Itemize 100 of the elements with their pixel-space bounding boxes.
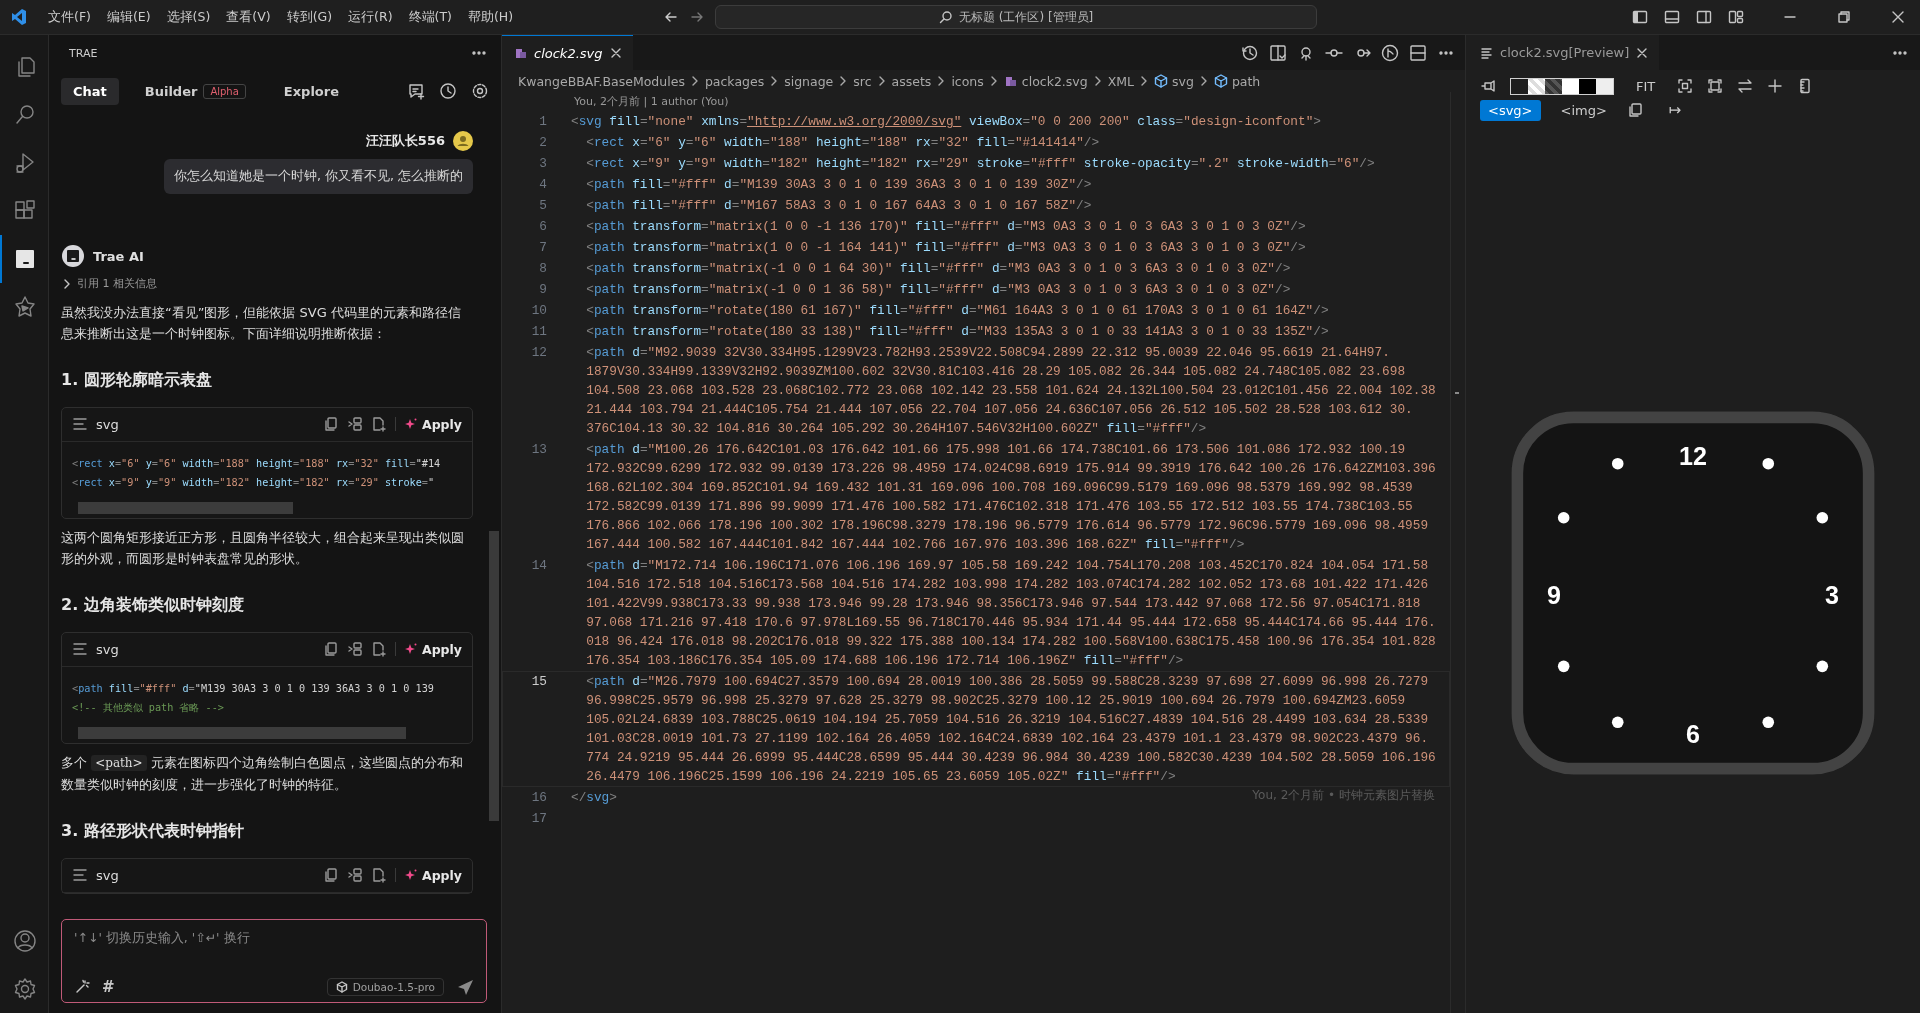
new-file-icon[interactable] <box>371 867 387 883</box>
mode-toggle[interactable]: <img> <box>1552 99 1615 121</box>
line-number: 11 <box>530 323 547 341</box>
apply-button[interactable]: Apply <box>404 865 462 885</box>
search-icon <box>938 10 953 24</box>
secondary-sidebar-icon[interactable] <box>1696 9 1712 25</box>
model-selector[interactable]: Doubao-1.5-pro <box>326 978 444 996</box>
menu-item[interactable]: 终端(T) <box>402 5 458 29</box>
breadcrumb-item[interactable]: KwangeBBAF.BaseModules <box>518 73 685 89</box>
split-editor-icon[interactable] <box>1409 43 1427 62</box>
clock-numeral: 3 <box>1825 580 1839 609</box>
settings-icon[interactable] <box>471 82 489 100</box>
chat-app-icon[interactable] <box>13 247 37 271</box>
fit-button[interactable]: FIT <box>1628 78 1664 94</box>
apply-button[interactable]: Apply <box>404 639 462 659</box>
mode-toggle[interactable]: <svg> <box>1480 99 1541 121</box>
list-icon <box>72 416 88 432</box>
code-line: <path d="M100.26 176.642C101.03 176.642 101.66 175.998 101.66 174.738C101.66 173.506 101.086 172.932 100.19 172.932C99.6299 172.932 99.0139 173.226 98.4959 174.024C98.6919 175.914 99.3919 176.642 100.26 176.642ZM103.396 168.62L102.304 169.852C101.94 169.432 101.31 169.096 100.708 169.096C99.5179 169.096 98.5379 169.992 98.4539 172.582C99.0139 171.896 99.9099 171.476 100.582 171.476C102.318 171.476 103.55 172.512 103.55 174.738C103.55 176.866 102.066 178.196 100.302 178.196C98.3279 178.196 96.5779 176.614 96.5779 172.96C96.5779 169.096 98.4959 167.444 100.582 167.444C101.842 167.444 102.766 167.976 103.396 168.62Z" fill="#fff"/> <box>585 441 1437 554</box>
account-icon[interactable] <box>13 929 37 953</box>
new-file-icon[interactable] <box>371 641 387 657</box>
line-number: 1 <box>538 113 547 131</box>
language-label: svg <box>96 416 119 432</box>
code-line: <svg fill="none" xmlns="http://www.w3.org/2000/svg" viewBox="0 0 200 200" class="design-iconfont"> <box>571 113 1321 131</box>
breadcrumb-item[interactable]: clock2.svg <box>1003 73 1088 89</box>
code-line: <path d="M172.714 106.196C171.076 106.196 169.97 105.58 169.242 104.754L170.208 103.452C170.824 104.054 171.58 104.516 172.518 104.516C173.568 104.516 174.282 103.998 174.282 103.074C174.282 102.052 173.68 101.422 171.426 101.422V99.938C173.33 99.938 173.946 99.28 173.946 98.356C173.946 97.544 173.442 97.068 172.56 97.054C171.818 97.068 171.216 97.418 170.6 97.978L169.55 96.718C170.446 95.934 171.44 95.444 172.658 95.444C174.66 95.444 176.018 96.424 176.018 98.202C176.018 99.322 175.388 100.134 174.282 100.568V100.638C175.458 100.96 176.354 101.828 176.354 103.186C176.354 105.09 174.688 106.196 172.714 106.196Z" fill="#fff"/> <box>585 557 1437 670</box>
panel-tab[interactable]: Explore <box>271 77 352 105</box>
panel-toggle-icon[interactable] <box>1664 9 1680 25</box>
code-line: <rect x="9" y="9" width="182" height="182" rx="29" stroke="#fff" stroke-opacity=".2" stroke-width="6"/> <box>585 155 1375 173</box>
cube-icon <box>335 981 348 993</box>
copy-icon[interactable] <box>323 867 339 883</box>
code-line: <rect x="6" y="6" width="188" height="188" rx="32" fill="#14 <box>72 456 442 471</box>
star-shaped-logo-icon[interactable] <box>13 295 37 319</box>
menu-item[interactable]: 编辑(E) <box>100 5 157 29</box>
restore-icon[interactable] <box>1836 9 1852 25</box>
sidebar-toggle-icon[interactable] <box>1632 9 1648 25</box>
new-chat-icon[interactable] <box>407 82 425 100</box>
clock-numeral: 6 <box>1686 719 1700 748</box>
apply-button[interactable]: Apply <box>404 414 462 434</box>
breadcrumb-item[interactable]: svg <box>1154 73 1194 89</box>
background-picker[interactable] <box>1510 77 1614 95</box>
answer-heading: 3. 路径形状代表时钟指针 <box>61 820 245 842</box>
send-icon[interactable] <box>456 978 474 996</box>
insert-icon[interactable] <box>347 641 363 657</box>
menu-item[interactable]: 转到(G) <box>280 5 339 29</box>
branch-icon[interactable] <box>1381 43 1399 62</box>
sparkle-icon <box>404 868 418 882</box>
code-line: <path fill="#fff" d="M139 30A3 3 0 1 0 139 36A3 3 0 1 0 139 <box>72 681 435 696</box>
breadcrumb-item[interactable]: XML <box>1107 73 1134 89</box>
menu-item[interactable]: 运行(R) <box>342 5 399 29</box>
status-tag: Alpha <box>203 83 246 99</box>
copy-icon[interactable] <box>323 416 339 432</box>
breadcrumb-item[interactable]: path <box>1213 73 1261 89</box>
breadcrumb-item[interactable]: assets <box>891 73 932 89</box>
layout-icon[interactable] <box>1728 9 1744 25</box>
breadcrumb-item[interactable]: src <box>853 73 872 89</box>
breadcrumb-item[interactable]: icons <box>951 73 984 89</box>
copy-icon[interactable] <box>1626 102 1643 118</box>
blame-annotation[interactable]: You, 2个月前 | 1 author (You) <box>574 93 1450 111</box>
app-logo-icon[interactable] <box>10 7 28 27</box>
menu-item[interactable]: 帮助(H) <box>461 5 520 29</box>
fit-frame-icon[interactable] <box>1677 78 1694 94</box>
references-text: 引用 1 相关信息 <box>77 276 157 291</box>
insert-icon[interactable] <box>347 867 363 883</box>
panel-tab[interactable]: Chat <box>61 77 119 105</box>
insert-icon[interactable] <box>347 416 363 432</box>
close-icon[interactable] <box>1890 9 1906 25</box>
list-icon <box>72 867 88 883</box>
line-number: 4 <box>538 176 547 194</box>
chat-input[interactable]: '↑↓' 切换历史输入, '⇧↵' 换行 # Doubao-1.5-pro <box>61 919 487 1003</box>
code-line: <path fill="#fff" d="M139 30A3 3 0 1 0 139 36A3 3 0 1 0 139 30Z"/> <box>585 176 1092 194</box>
settings-icon[interactable] <box>13 977 37 1001</box>
menu-item[interactable]: 文件(F) <box>42 5 97 29</box>
menu-item[interactable]: 查看(V) <box>220 5 277 29</box>
export-button[interactable]: ↦ <box>1668 101 1682 119</box>
code-line: <path transform="rotate(180 61 167)" fill="#fff" d="M61 164A3 3 0 1 0 61 170A3 3 0 1 0 61 164Z"/> <box>585 302 1329 320</box>
breadcrumb-item[interactable]: signage <box>784 73 834 89</box>
swap-icon[interactable] <box>1737 78 1754 94</box>
split-diff-icon[interactable] <box>1269 43 1287 62</box>
command-center[interactable]: 无标题 (工作区) [管理员] <box>715 5 1318 29</box>
code-line: </svg> <box>571 789 617 807</box>
preview-tab[interactable]: clock2.svg[Preview] <box>1466 35 1660 70</box>
line-number: 15 <box>530 673 547 691</box>
cube-icon <box>1154 74 1168 88</box>
clock-numeral: 12 <box>1679 441 1707 470</box>
references-toggle[interactable]: 引用 1 相关信息 <box>61 276 157 291</box>
plus-icon[interactable] <box>1767 78 1784 94</box>
hash-button[interactable]: # <box>102 978 115 996</box>
new-file-icon[interactable] <box>371 416 387 432</box>
breadcrumb-item[interactable]: packages <box>704 73 765 89</box>
magic-wand-icon[interactable] <box>74 979 90 995</box>
avatar-icon <box>453 131 473 151</box>
history-icon[interactable] <box>439 82 457 100</box>
copy-icon[interactable] <box>323 641 339 657</box>
pin-icon[interactable] <box>1480 78 1496 94</box>
actual-size-icon[interactable] <box>1707 78 1724 94</box>
history-icon[interactable] <box>1241 43 1259 62</box>
panel-title: TRAE <box>69 46 98 60</box>
menu-item[interactable]: 选择(S) <box>160 5 217 29</box>
panel-tab[interactable]: Builder Alpha <box>132 77 258 105</box>
editor-tab[interactable]: clock2.svg <box>502 35 633 70</box>
